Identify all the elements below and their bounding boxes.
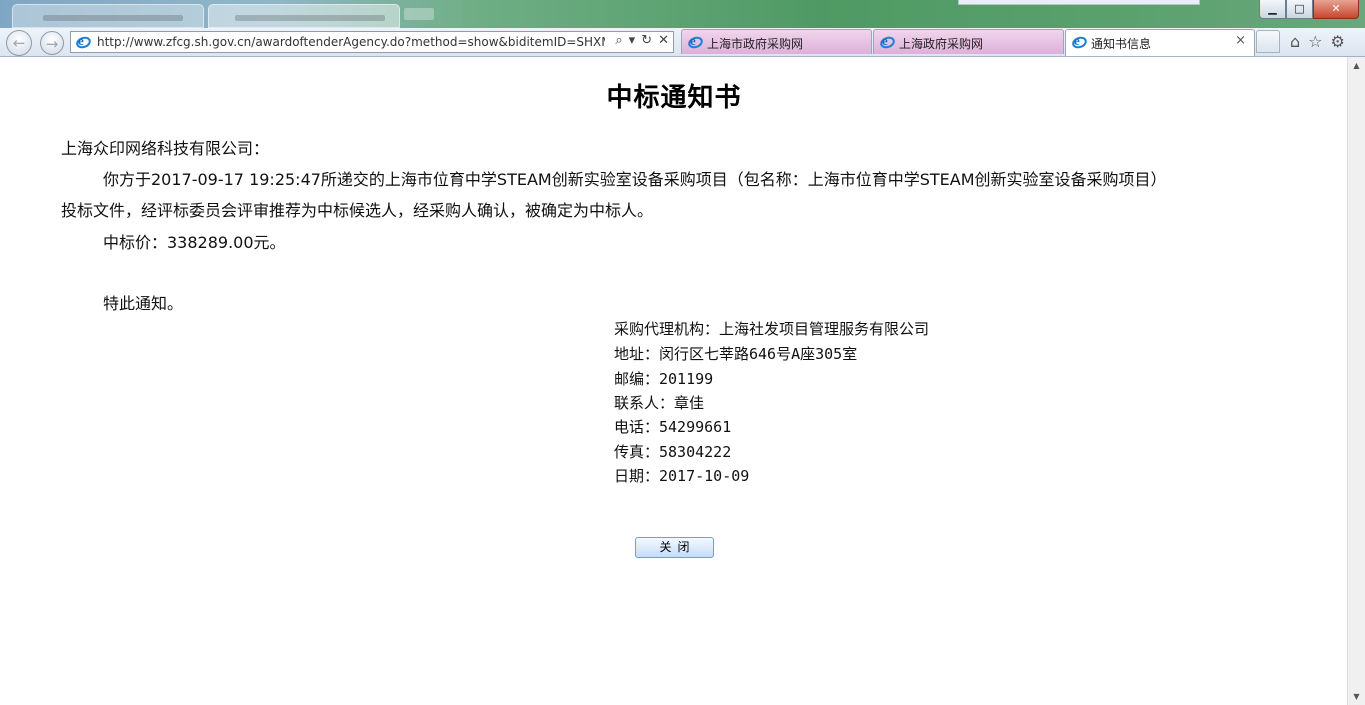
home-icon[interactable]: ⌂	[1290, 32, 1300, 51]
agency-fax: 传真：58304222	[614, 443, 732, 461]
agency-phone: 电话：54299661	[614, 418, 732, 436]
command-icons: ⌂ ☆ ⚙	[1290, 32, 1345, 51]
new-tab-button[interactable]	[1256, 30, 1280, 53]
ie-tab-icon: e	[686, 33, 705, 51]
close-button[interactable]: 关闭	[635, 537, 714, 558]
browser-toolbar: ← → e http://www.zfcg.sh.gov.cn/awardoft…	[0, 28, 1365, 57]
ie-tab-icon: e	[1070, 33, 1089, 51]
minimize-button[interactable]: ▁	[1259, 0, 1286, 19]
closing-line: 特此通知。	[103, 294, 184, 313]
tab-shanghai-procurement-2[interactable]: e 上海政府采购网	[873, 29, 1064, 54]
tab-label: 通知书信息	[1091, 37, 1152, 51]
paragraph-line-2: 投标文件，经评标委员会评审推荐为中标候选人，经采购人确认，被确定为中标人。	[61, 201, 654, 220]
close-tab-icon[interactable]: ×	[1235, 33, 1246, 48]
tab-label: 上海政府采购网	[899, 37, 984, 51]
search-icon[interactable]: ⌕	[615, 33, 622, 48]
refresh-icon[interactable]: ↻	[641, 33, 652, 48]
price-line: 中标价：338289.00元。	[103, 233, 286, 252]
forward-button[interactable]: →	[40, 31, 64, 55]
agency-address: 地址：闵行区七莘路646号A座305室	[614, 345, 858, 363]
back-button[interactable]: ←	[6, 30, 32, 56]
agency-name: 采购代理机构：上海社发项目管理服务有限公司	[614, 320, 930, 338]
address-bar[interactable]: e http://www.zfcg.sh.gov.cn/awardoftende…	[70, 31, 674, 53]
gear-icon[interactable]: ⚙	[1331, 32, 1345, 51]
background-window-tab	[12, 4, 204, 28]
page-title: 中标通知书	[606, 83, 742, 113]
tab-notice-info[interactable]: e 通知书信息 ×	[1065, 29, 1255, 56]
agency-postcode: 邮编：201199	[614, 370, 714, 388]
scroll-up-icon[interactable]: ▲	[1348, 57, 1365, 74]
address-url[interactable]: http://www.zfcg.sh.gov.cn/awardoftenderA…	[97, 35, 605, 49]
ie-page-icon: e	[74, 33, 93, 51]
window-title-bar: ▁ □ ✕	[0, 0, 1365, 28]
agency-date: 日期：2017-10-09	[614, 467, 750, 485]
dropdown-icon[interactable]: ▾	[629, 33, 636, 48]
vertical-scrollbar[interactable]: ▲ ▼	[1347, 57, 1365, 705]
tab-shanghai-procurement-1[interactable]: e 上海市政府采购网	[681, 29, 872, 54]
paragraph-line-1: 你方于2017-09-17 19:25:47所递交的上海市位育中学STEAM创新…	[103, 170, 1167, 189]
favorites-star-icon[interactable]: ☆	[1308, 32, 1322, 51]
window-controls: ▁ □ ✕	[1259, 0, 1359, 19]
background-window-tab	[208, 4, 400, 28]
blurred-tab-text	[43, 15, 183, 21]
blurred-panel	[958, 0, 1200, 5]
page-content: 中标通知书 上海众印网络科技有限公司： 你方于2017-09-17 19:25:…	[0, 57, 1348, 705]
close-window-button[interactable]: ✕	[1313, 0, 1359, 19]
ie-tab-icon: e	[878, 33, 897, 51]
blurred-tab-text	[235, 15, 385, 21]
tab-label: 上海市政府采购网	[707, 37, 804, 51]
agency-contact: 联系人：章佳	[614, 394, 705, 412]
recipient-line: 上海众印网络科技有限公司：	[61, 139, 270, 158]
maximize-button[interactable]: □	[1286, 0, 1313, 19]
address-actions: ⌕ ▾ ↻ ✕	[615, 33, 669, 48]
blurred-badge	[404, 8, 434, 20]
stop-icon[interactable]: ✕	[658, 33, 669, 48]
scroll-down-icon[interactable]: ▼	[1348, 688, 1365, 705]
